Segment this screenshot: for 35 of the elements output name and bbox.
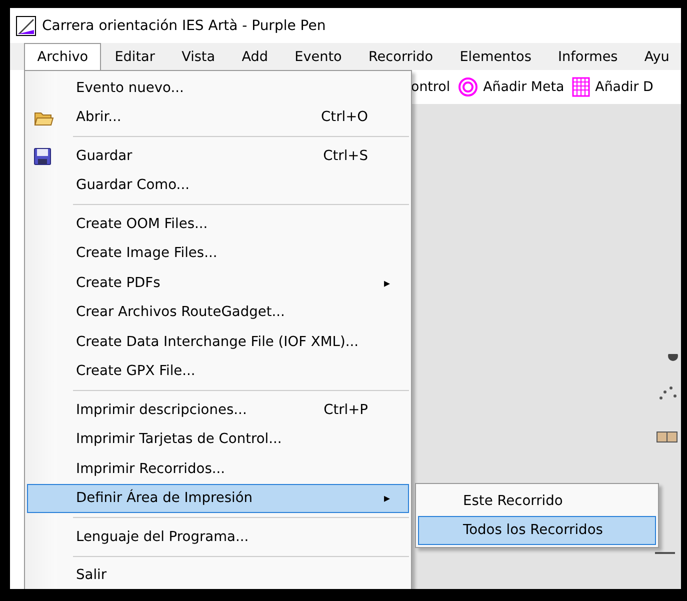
menu-bar-item[interactable]: Informes — [544, 43, 632, 70]
menu-bar-item[interactable]: Vista — [168, 43, 228, 70]
menu-bar-item[interactable]: Recorrido — [355, 43, 446, 70]
menu-item[interactable]: Guardar Ctrl+S — [27, 141, 409, 170]
menu-item[interactable]: Guardar Como... — [27, 170, 409, 200]
menu-item[interactable]: Create PDFs ▸ — [27, 268, 409, 298]
menu-bar-item[interactable]: Add — [228, 43, 282, 70]
window-title: Carrera orientación IES Artà - Purple Pen — [42, 18, 326, 34]
menu-bar-item[interactable]: Editar — [101, 43, 168, 70]
menu-item[interactable]: Evento nuevo... — [27, 73, 409, 102]
toolbar-button[interactable]: Añadir Meta — [483, 80, 564, 94]
menu-item[interactable]: Abrir... Ctrl+O — [27, 102, 409, 132]
menu-item[interactable]: Salir — [27, 560, 409, 589]
toolbar-button[interactable]: Añadir D — [595, 80, 654, 94]
menu-item[interactable]: Lenguaje del Programa... — [27, 522, 409, 552]
finish-circle-icon — [458, 77, 478, 97]
menu-bar-item[interactable]: Evento — [281, 43, 356, 70]
folder-icon — [34, 110, 54, 126]
menu-item[interactable]: Create Data Interchange File (IOF XML)... — [27, 327, 409, 356]
menu-item[interactable]: Imprimir descripciones... Ctrl+P — [27, 395, 409, 424]
submenu-item[interactable]: Todos los Recorridos — [418, 516, 656, 545]
toolbar-button[interactable]: ontrol — [411, 80, 450, 94]
submenu-item[interactable]: Este Recorrido — [418, 486, 656, 516]
menu-bar-item[interactable]: Archivo — [24, 43, 102, 70]
grid-icon — [572, 77, 590, 97]
menu-item[interactable]: Definir Área de Impresión ▸ — [27, 484, 409, 513]
menu-item[interactable]: Crear Archivos RouteGadget... — [27, 298, 409, 327]
menu-bar-item[interactable]: Elementos — [446, 43, 545, 70]
menu-bar-item[interactable]: Ayu — [631, 43, 681, 70]
menu-item[interactable]: Imprimir Tarjetas de Control... — [27, 424, 409, 454]
menu-item[interactable]: Create OOM Files... — [27, 209, 409, 238]
pen-logo-icon — [16, 16, 36, 36]
menu-item[interactable]: Create GPX File... — [27, 356, 409, 386]
menu-item[interactable]: Imprimir Recorridos... — [27, 454, 409, 484]
menu-item[interactable]: Create Image Files... — [27, 238, 409, 268]
